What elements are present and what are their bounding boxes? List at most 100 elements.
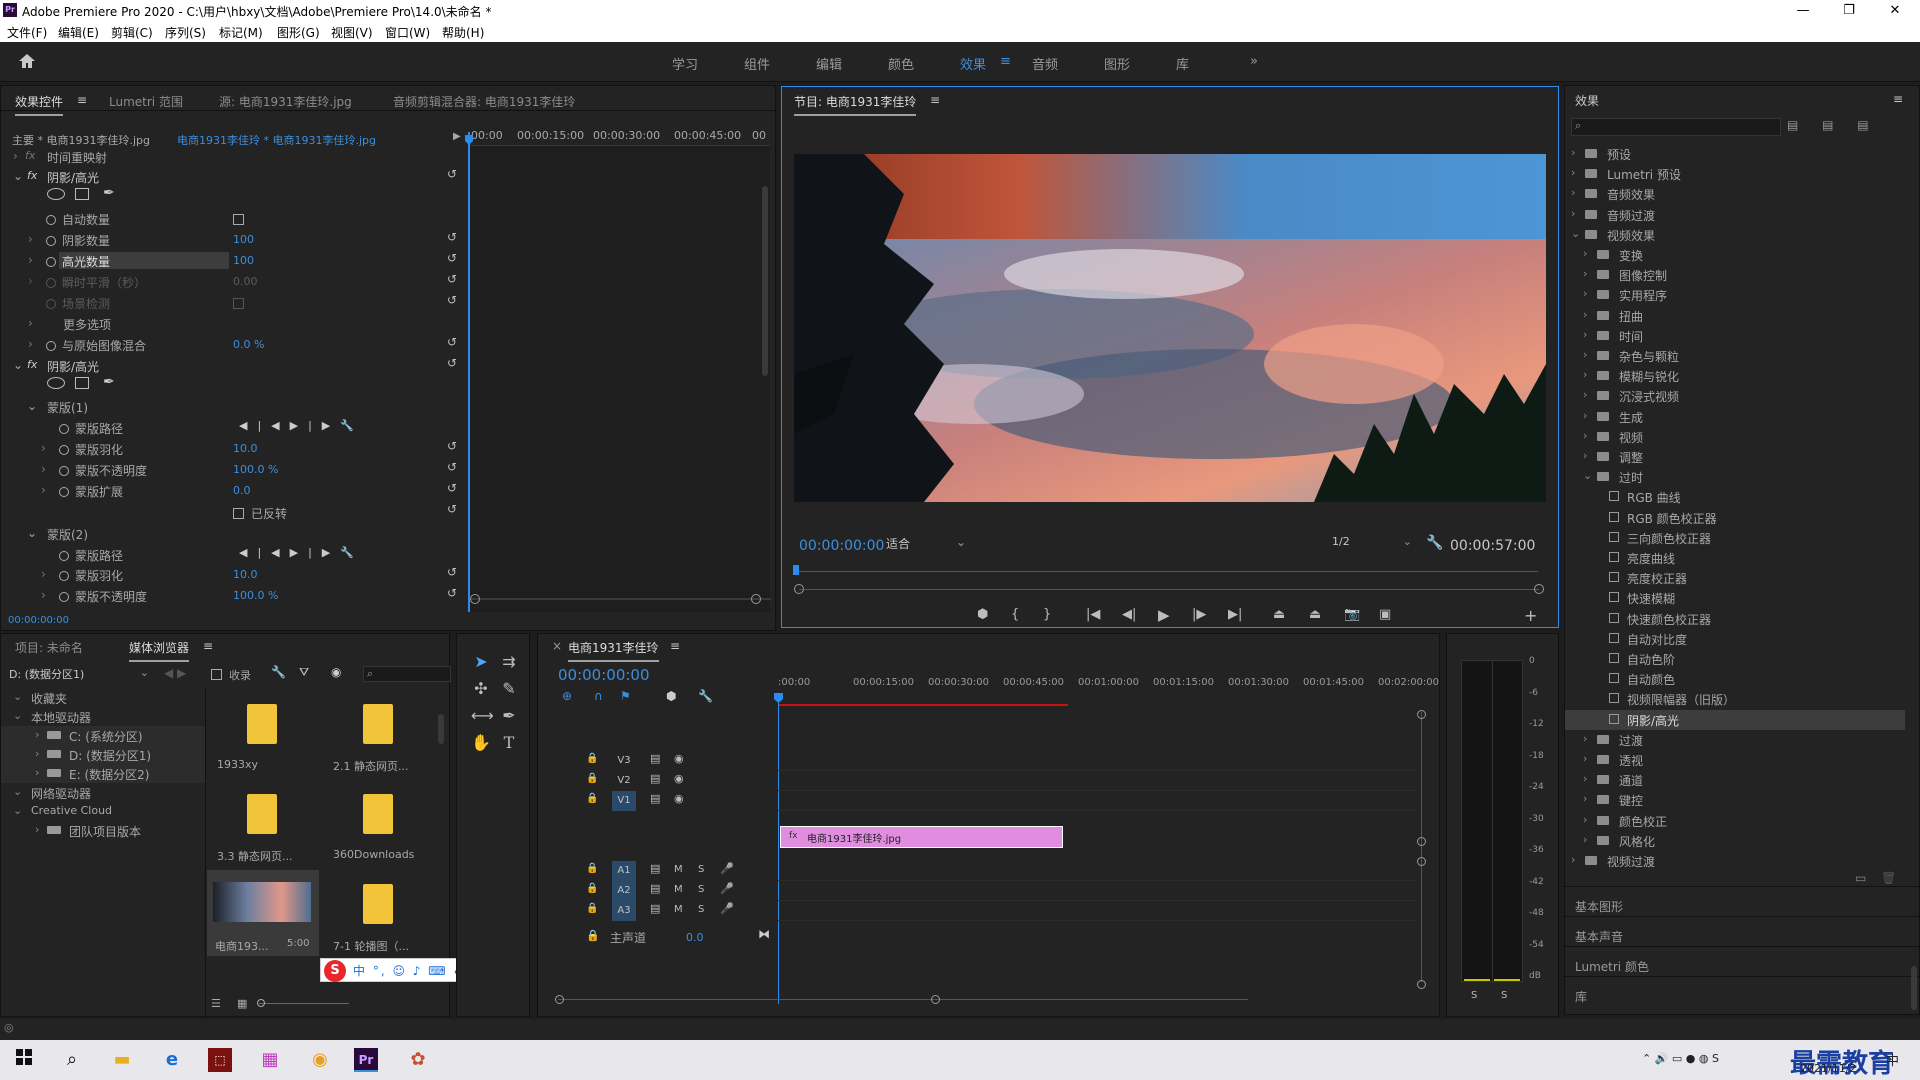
- media-tree-item[interactable]: ⌄ 收藏夹: [1, 688, 206, 707]
- expand-arrow-icon[interactable]: ›: [1583, 328, 1587, 341]
- workspace-color[interactable]: 颜色: [888, 54, 914, 73]
- add-marker-button[interactable]: ⬢: [977, 607, 988, 622]
- nest-toggle-icon[interactable]: ⊕: [562, 689, 572, 703]
- timeline-clip[interactable]: fx 电商1931李佳玲.jpg: [780, 826, 1063, 848]
- media-tree-item[interactable]: › E: (数据分区2): [1, 764, 206, 783]
- expand-arrow-icon[interactable]: ⌄: [13, 785, 22, 798]
- highlight-amount-value[interactable]: 100: [233, 254, 254, 267]
- lock-icon[interactable]: 🔒: [586, 903, 598, 914]
- effects-tree-item[interactable]: › 视频过渡: [1565, 851, 1905, 871]
- fx-toggle-icon[interactable]: fx: [27, 169, 37, 182]
- app-colorful-icon[interactable]: ▦: [256, 1046, 284, 1074]
- lock-icon[interactable]: 🔒: [586, 883, 598, 894]
- mic-icon[interactable]: 🎤: [720, 882, 734, 895]
- lift-button[interactable]: ⏏: [1273, 607, 1285, 622]
- effects-tree-item[interactable]: › 调整: [1565, 447, 1905, 467]
- media-thumbnail[interactable]: 7-1 轮播图（...: [323, 870, 435, 956]
- media-tree-item[interactable]: › 团队项目版本: [1, 821, 206, 840]
- menu-marker[interactable]: 标记(M): [219, 24, 263, 41]
- expand-arrow-icon[interactable]: ›: [1583, 388, 1587, 401]
- fx2-name[interactable]: 阴影/高光: [47, 358, 99, 375]
- effects-tree-item[interactable]: › Lumetri 预设: [1565, 164, 1905, 184]
- sequence-tab[interactable]: 电商1931李佳玲: [568, 639, 659, 662]
- timeline-v-scrollbar[interactable]: [1421, 712, 1422, 982]
- expand-arrow-icon[interactable]: ›: [1583, 368, 1587, 381]
- file-explorer-icon[interactable]: ▬: [108, 1046, 136, 1074]
- workspace-learn[interactable]: 学习: [672, 54, 698, 73]
- reset-icon[interactable]: ↺: [447, 251, 457, 265]
- solo-right-button[interactable]: S: [1501, 990, 1507, 1001]
- expand-arrow-icon[interactable]: ›: [35, 823, 39, 836]
- expand-arrow-icon[interactable]: ›: [1571, 207, 1575, 220]
- fx2-reset-icon[interactable]: ↺: [447, 356, 457, 370]
- effects-tree-item[interactable]: › 实用程序: [1565, 285, 1905, 305]
- expand-arrow-icon[interactable]: ›: [1583, 813, 1587, 826]
- edge-icon[interactable]: e: [158, 1046, 186, 1074]
- program-scrubber[interactable]: [796, 567, 1538, 577]
- effects-tree-item[interactable]: 自动色阶: [1565, 649, 1905, 669]
- toggle-sync-icon[interactable]: ▤: [650, 862, 660, 875]
- expand-arrow-icon[interactable]: ›: [1583, 267, 1587, 280]
- mask1-label[interactable]: 蒙版(1): [47, 399, 88, 416]
- reset-icon[interactable]: ↺: [447, 230, 457, 244]
- sequence-clip-label[interactable]: 电商1931李佳玲 * 电商1931李佳玲.jpg: [177, 132, 376, 148]
- timeline-settings-wrench-icon[interactable]: 🔧: [698, 689, 713, 703]
- tab-source[interactable]: 源: 电商1931李佳玲.jpg: [219, 93, 352, 110]
- drive-dropdown[interactable]: D: (数据分区1) ⌄: [9, 666, 149, 682]
- expand-arrow-icon[interactable]: ›: [1571, 146, 1575, 159]
- type-tool-icon[interactable]: T: [499, 733, 519, 753]
- resolution-dropdown[interactable]: 1/2 ⌄: [1332, 535, 1414, 553]
- reset-icon[interactable]: ↺: [447, 481, 457, 495]
- close-sequence-icon[interactable]: ×: [552, 639, 562, 653]
- mute-button[interactable]: M: [674, 864, 683, 875]
- zoom-slider[interactable]: [259, 1003, 349, 1004]
- effects-tree-item[interactable]: › 模糊与锐化: [1565, 366, 1905, 386]
- expand-arrow-icon[interactable]: ›: [1571, 166, 1575, 179]
- fx2-expand-icon[interactable]: ⌄: [13, 358, 23, 372]
- reset-icon[interactable]: ↺: [447, 586, 457, 600]
- pen-mask-icon[interactable]: ✒: [103, 185, 115, 201]
- reset-icon[interactable]: ↺: [447, 272, 457, 286]
- effects-title[interactable]: 效果: [1575, 92, 1599, 109]
- home-icon[interactable]: [18, 53, 36, 69]
- linked-selection-icon[interactable]: ⚑: [620, 689, 631, 703]
- timeline-playhead[interactable]: [778, 696, 779, 1004]
- section-essential-sound[interactable]: 基本声音: [1575, 928, 1623, 945]
- effects-tree-item[interactable]: › 生成: [1565, 407, 1905, 427]
- expand-arrow-icon[interactable]: ⌄: [13, 690, 22, 703]
- ripple-edit-tool-icon[interactable]: ✣: [471, 679, 491, 699]
- rectangle-mask-icon[interactable]: [75, 377, 89, 389]
- expand-arrow-icon[interactable]: ›: [1571, 186, 1575, 199]
- delete-icon[interactable]: 🗑: [1881, 871, 1896, 885]
- effects-tree-item[interactable]: › 沉浸式视频: [1565, 386, 1905, 406]
- workspace-audio[interactable]: 音频: [1032, 54, 1058, 73]
- workspace-libraries[interactable]: 库: [1176, 54, 1189, 73]
- export-frame-icon[interactable]: 📷: [1344, 607, 1360, 622]
- view-eye-icon[interactable]: ◉: [331, 665, 341, 679]
- play-button[interactable]: ▶: [1158, 606, 1170, 624]
- effects-tree-item[interactable]: › 音频效果: [1565, 184, 1905, 204]
- ec-scrollbar[interactable]: [762, 186, 768, 376]
- media-tree-item[interactable]: ⌄ Creative Cloud: [1, 802, 206, 821]
- tab-lumetri-scopes[interactable]: Lumetri 范围: [109, 93, 183, 110]
- effects-tree-item[interactable]: 快速模糊: [1565, 588, 1905, 608]
- button-editor-icon[interactable]: +: [1524, 606, 1537, 625]
- panel-menu-icon[interactable]: ≡: [930, 93, 940, 107]
- eye-icon[interactable]: ◉: [674, 752, 684, 765]
- app-red-icon[interactable]: ⬚: [208, 1048, 232, 1072]
- menu-edit[interactable]: 编辑(E): [58, 24, 99, 41]
- mask-opacity-value[interactable]: 100.0 %: [233, 463, 278, 476]
- media-tree-item[interactable]: ⌄ 网络驱动器: [1, 783, 206, 802]
- effects-tree-item[interactable]: RGB 颜色校正器: [1565, 508, 1905, 528]
- solo-button[interactable]: S: [698, 904, 704, 915]
- expand-arrow-icon[interactable]: ⌄: [1583, 469, 1592, 482]
- effects-tree-item[interactable]: › 扭曲: [1565, 306, 1905, 326]
- expand-arrow-icon[interactable]: ›: [1583, 308, 1587, 321]
- eye-icon[interactable]: ◉: [674, 772, 684, 785]
- effects-tree-item[interactable]: 三向颜色校正器: [1565, 528, 1905, 548]
- track-target-a1[interactable]: A1: [612, 861, 636, 881]
- expand-arrow-icon[interactable]: ›: [35, 766, 39, 779]
- hand-tool-icon[interactable]: ✋: [471, 733, 491, 753]
- expand-arrow-icon[interactable]: ›: [1583, 348, 1587, 361]
- reset-icon[interactable]: ↺: [447, 293, 457, 307]
